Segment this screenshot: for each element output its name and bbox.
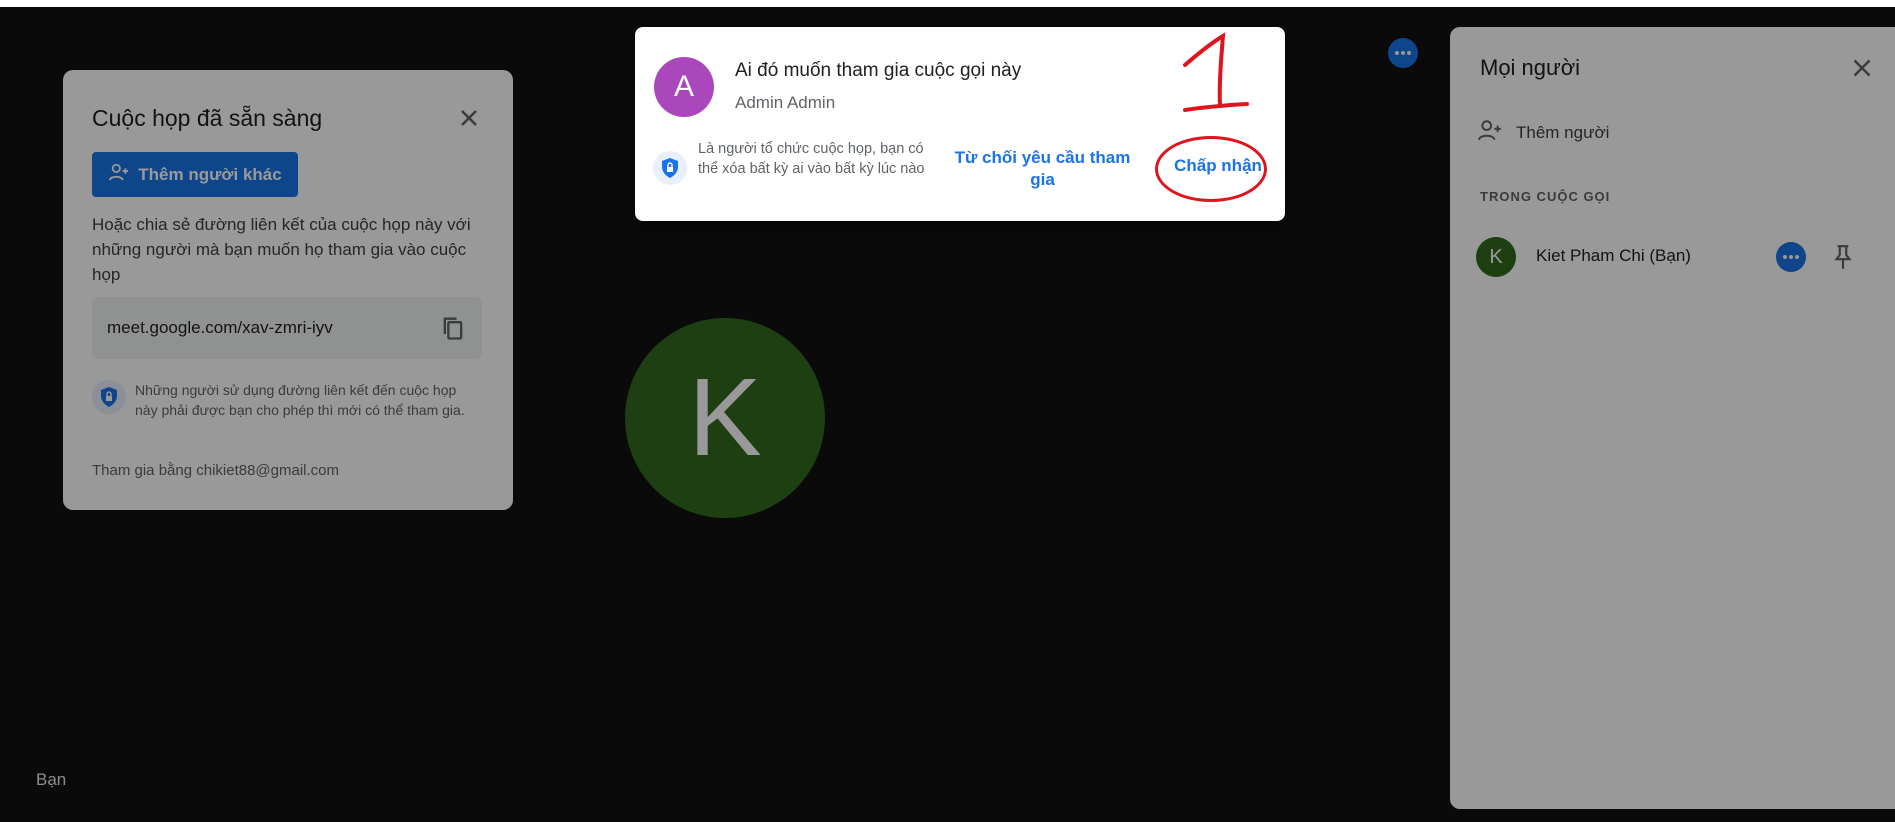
requester-avatar: A: [654, 57, 714, 117]
more-options-button[interactable]: [1388, 38, 1418, 68]
in-call-section-label: TRONG CUỘC GỌI: [1480, 189, 1611, 204]
participant-name: Kiet Pham Chi (Bạn): [1536, 246, 1691, 265]
requester-name: Admin Admin: [735, 93, 836, 112]
pin-icon[interactable]: [1830, 243, 1856, 271]
add-others-label: Thêm người khác: [138, 164, 282, 184]
meeting-link: meet.google.com/xav-zmri-iyv: [107, 318, 333, 337]
admit-button[interactable]: Chấp nhận: [1163, 156, 1273, 176]
join-request-dialog: A Ai đó muốn tham gia cuộc gọi này Admin…: [635, 27, 1285, 221]
deny-request-button[interactable]: Từ chối yêu cầu tham gia: [950, 147, 1135, 191]
close-icon[interactable]: [455, 104, 483, 132]
add-people-label: Thêm người: [1516, 122, 1610, 142]
add-person-icon: [108, 162, 130, 187]
shield-icon: [92, 380, 126, 414]
shield-icon: [653, 151, 687, 185]
people-panel-title: Mọi người: [1480, 55, 1581, 80]
meeting-ready-card: Cuộc họp đã sẵn sàng Thêm người khác Hoặ…: [63, 70, 513, 510]
avatar: K: [1476, 237, 1516, 277]
annotation-number: 1: [1175, 30, 1255, 120]
add-others-button[interactable]: Thêm người khác: [92, 152, 298, 197]
copy-icon[interactable]: [439, 314, 467, 342]
join-request-message: Ai đó muốn tham gia cuộc gọi này: [735, 60, 1022, 81]
participant-avatar: K: [625, 318, 825, 518]
meeting-link-box: meet.google.com/xav-zmri-iyv: [92, 297, 482, 359]
people-panel: Mọi người Thêm người TRONG CUỘC GỌI K Ki…: [1450, 27, 1895, 809]
meeting-ready-title: Cuộc họp đã sẵn sàng: [92, 105, 323, 131]
participant-more-button[interactable]: [1776, 242, 1806, 272]
self-tile-label: Bạn: [36, 770, 67, 789]
top-strip: [0, 0, 1895, 7]
joined-as-text: Tham gia bằng chikiet88@gmail.com: [92, 462, 340, 479]
add-person-icon: [1476, 118, 1504, 147]
add-people-button[interactable]: Thêm người: [1476, 118, 1609, 147]
participant-row[interactable]: K Kiet Pham Chi (Bạn): [1476, 235, 1876, 279]
permission-note: Những người sử dụng đường liên kết đến c…: [135, 382, 465, 418]
organizer-note: Là người tổ chức cuộc họp, bạn có thể xó…: [698, 141, 925, 177]
close-icon[interactable]: [1847, 53, 1877, 83]
share-description: Hoặc chia sẻ đường liên kết của cuộc họp…: [92, 215, 471, 284]
